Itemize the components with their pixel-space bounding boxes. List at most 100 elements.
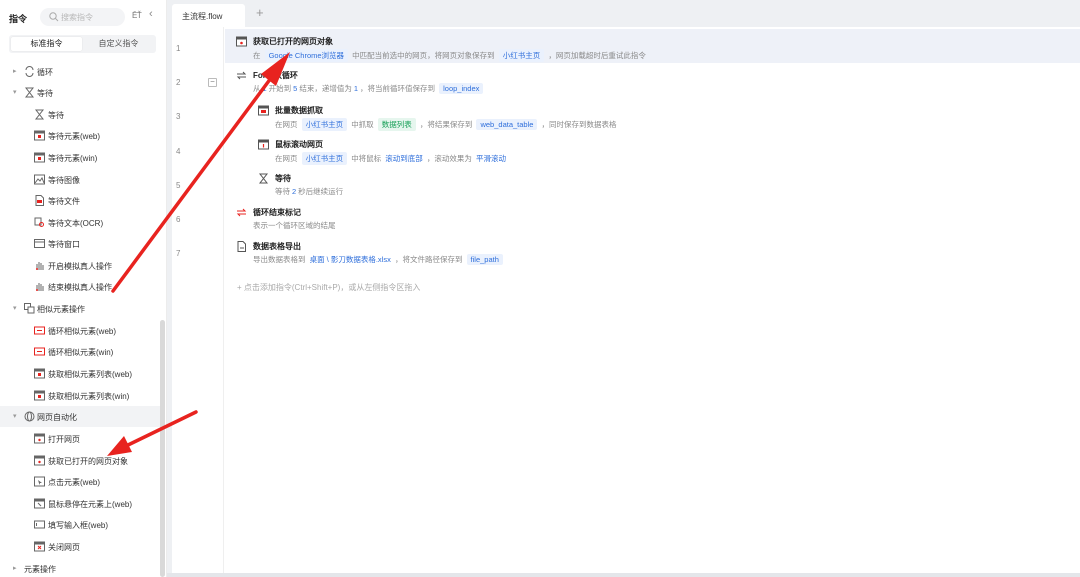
tree-item-label: 等待元素(win) <box>48 154 98 163</box>
web-element-icon <box>34 130 45 141</box>
param-webpage[interactable]: 小红书主页 <box>301 118 348 131</box>
browser-icon <box>34 433 45 444</box>
line-gutter: 1 2 − 3 4 5 6 7 <box>172 27 224 573</box>
collapse-sidebar-icon[interactable]: ‹ <box>149 8 153 20</box>
param-seconds[interactable]: 2 <box>292 187 296 196</box>
desc-text: 在 <box>253 51 261 60</box>
command-search-input[interactable]: 搜索指令 <box>40 8 125 26</box>
param-scroll-target[interactable]: 滚动到底部 <box>385 154 423 163</box>
click-icon <box>34 476 45 487</box>
tree-group[interactable]: ▾ 网页自动化 <box>0 406 160 427</box>
tree-command[interactable]: 等待元素(web) <box>0 125 160 146</box>
chevron-right-icon[interactable]: ▸ <box>13 67 17 75</box>
tree-command[interactable]: 鼠标悬停在元素上(web) <box>0 493 160 514</box>
param-webpage-var[interactable]: 小红书主页 <box>498 49 545 62</box>
tree-item-label: 等待元素(web) <box>48 132 101 141</box>
param-file-path[interactable]: 桌面 \ 影刀数据表格.xlsx <box>310 255 391 264</box>
list-icon <box>34 368 45 379</box>
param-end[interactable]: 5 <box>293 84 297 93</box>
tree-item-label: 等待窗口 <box>48 240 80 249</box>
add-tab-button[interactable]: + <box>256 5 264 20</box>
tree-command[interactable]: 等待元素(win) <box>0 147 160 168</box>
tree-item-label: 点击元素(web) <box>48 478 101 487</box>
tree-command[interactable]: 等待图像 <box>0 169 160 190</box>
desc-text: 在网页 <box>275 154 298 163</box>
desc-text: 导出数据表格到 <box>253 255 306 264</box>
line-number: 3 <box>176 112 181 121</box>
step-description: 从 1 开始到 5 结束，递增值为 1 ，将当前循环值保存到 loop_index <box>253 83 485 94</box>
tree-item-label: 相似元素操作 <box>37 305 85 314</box>
desc-text: 等待 <box>275 187 290 196</box>
tree-command[interactable]: 等待文件 <box>0 190 160 211</box>
loop-similar-icon <box>34 347 45 356</box>
win-element-icon <box>34 152 45 163</box>
param-result-var[interactable]: web_data_table <box>476 119 538 130</box>
tree-group[interactable]: ▾ 等待 <box>0 82 160 103</box>
tree-command[interactable]: 循环相似元素(web) <box>0 320 160 341</box>
tree-item-label: 获取相似元素列表(win) <box>48 392 130 401</box>
tree-group[interactable]: ▸ 元素操作 <box>0 558 160 577</box>
param-scroll-effect[interactable]: 平滑滚动 <box>476 154 506 163</box>
tree-group[interactable]: ▾ 相似元素操作 <box>0 298 160 319</box>
image-icon <box>34 174 45 185</box>
chevron-right-icon[interactable]: ▸ <box>13 564 17 572</box>
scroll-page-icon <box>258 139 269 150</box>
desc-text: ，同时保存到数据表格 <box>541 120 617 129</box>
step-title: 获取已打开的网页对象 <box>253 37 333 46</box>
tree-item-label: 填写输入框(web) <box>48 521 109 530</box>
tree-command[interactable]: 开启模拟真人操作 <box>0 255 160 276</box>
add-command-hint[interactable]: + 点击添加指令(Ctrl+Shift+P)，或从左侧指令区拖入 <box>237 282 420 293</box>
tab-standard-commands[interactable]: 标准指令 <box>11 37 82 51</box>
step-description: 等待 2 秒后继续运行 <box>275 186 343 197</box>
loop-icon <box>25 66 34 77</box>
step-description: 在网页 小红书主页 中将鼠标 滚动到底部 ，滚动效果为 平滑滚动 <box>275 152 508 165</box>
line-number: 7 <box>176 249 181 258</box>
chevron-down-icon[interactable]: ▾ <box>13 304 17 312</box>
hourglass-icon <box>24 87 35 98</box>
sidebar-header: 指令 搜索指令 ĒŤ ‹ <box>0 0 166 34</box>
step-title: 批量数据抓取 <box>275 106 323 115</box>
flow-editor: 1 2 − 3 4 5 6 7 获取已打开的网页对象 在 Google Chro… <box>172 27 1080 573</box>
param-path-var[interactable]: file_path <box>466 254 503 265</box>
sidebar-title: 指令 <box>9 14 28 24</box>
window-icon <box>34 239 45 248</box>
tree-command[interactable]: 关闭网页 <box>0 536 160 557</box>
tree-command[interactable]: 循环相似元素(win) <box>0 341 160 362</box>
param-loop-var[interactable]: loop_index <box>439 83 484 94</box>
desc-text: 从 <box>253 84 261 93</box>
tree-command[interactable]: 打开网页 <box>0 428 160 449</box>
tree-command[interactable]: 结束模拟真人操作 <box>0 276 160 297</box>
tab-main-flow[interactable]: 主流程.flow <box>172 4 245 27</box>
horizontal-scrollbar[interactable] <box>167 573 1080 577</box>
sidebar-scrollbar[interactable] <box>160 320 165 577</box>
tree-command[interactable]: 获取相似元素列表(win) <box>0 385 160 406</box>
fold-toggle[interactable]: − <box>208 78 217 87</box>
chevron-down-icon[interactable]: ▾ <box>13 412 17 420</box>
tab-custom-commands[interactable]: 自定义指令 <box>83 37 154 51</box>
tree-command[interactable]: 等待窗口 <box>0 233 160 254</box>
step-title: 鼠标滚动网页 <box>275 140 323 149</box>
hand-stop-icon <box>36 283 44 291</box>
sort-icon[interactable]: ĒŤ <box>132 11 142 20</box>
tree-command[interactable]: 获取相似元素列表(web) <box>0 363 160 384</box>
ocr-icon <box>34 217 44 227</box>
tree-command[interactable]: 点击元素(web) <box>0 471 160 492</box>
param-step[interactable]: 1 <box>354 84 358 93</box>
desc-text: 结束，递增值为 <box>299 84 352 93</box>
chevron-down-icon[interactable]: ▾ <box>13 88 17 96</box>
loop-end-icon <box>236 208 247 217</box>
tree-command[interactable]: 获取已打开的网页对象 <box>0 450 160 471</box>
tree-item-label: 等待文本(OCR) <box>48 219 104 228</box>
tree-command[interactable]: 等待 <box>0 104 160 125</box>
step-title: For次数循环 <box>253 71 298 80</box>
line-number: 5 <box>176 181 181 190</box>
tree-command[interactable]: 填写输入框(web) <box>0 514 160 535</box>
line-number: 2 <box>176 78 181 87</box>
param-start[interactable]: 1 <box>263 84 267 93</box>
param-browser[interactable]: Google Chrome浏览器 <box>264 49 349 62</box>
param-webpage[interactable]: 小红书主页 <box>301 152 348 165</box>
tree-command[interactable]: 等待文本(OCR) <box>0 212 160 233</box>
tree-group[interactable]: ▸ 循环 <box>0 61 160 82</box>
param-data-list[interactable]: 数据列表 <box>377 118 416 131</box>
tree-item-label: 结束模拟真人操作 <box>48 283 112 292</box>
